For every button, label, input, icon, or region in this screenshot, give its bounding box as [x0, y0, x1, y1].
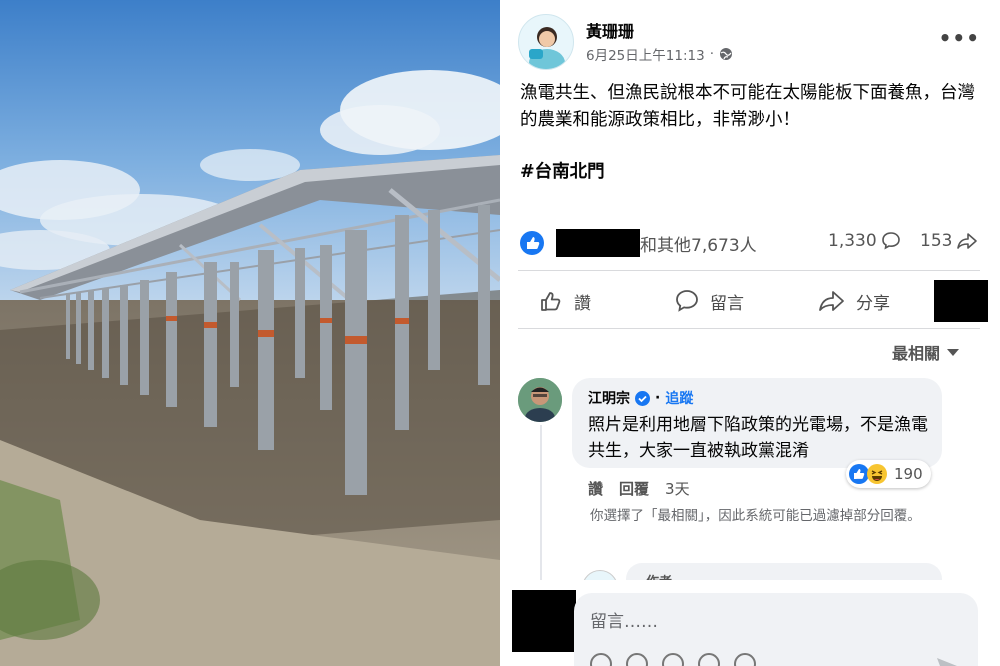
post-header: 黃珊珊 6月25日上午11:13 · ••• — [518, 14, 988, 74]
like-button-label: 讚 — [574, 293, 591, 314]
reactions-summary: 和其他7,673人 1,330 153 — [520, 228, 982, 258]
comment-timestamp[interactable]: 3天 — [665, 478, 690, 499]
redacted-block — [934, 280, 988, 322]
comment-icon — [676, 290, 698, 312]
comment-input-placeholder: 留言…… — [590, 612, 658, 632]
filter-notice: 你選擇了「最相關」，因此系統可能已過濾掉部分回覆。 — [590, 508, 921, 524]
reply-thread-line — [540, 425, 542, 585]
author-name[interactable]: 黃珊珊 — [586, 18, 634, 42]
comment-input[interactable]: 留言…… — [574, 593, 978, 666]
comment-actions: 讚 回覆 3天 — [588, 478, 690, 499]
verified-badge-icon — [635, 390, 650, 406]
comment-reply-button[interactable]: 回覆 — [619, 478, 649, 499]
gif-icon[interactable] — [698, 653, 720, 666]
share-arrow-icon — [957, 233, 978, 249]
post-meta: 6月25日上午11:13 · — [586, 44, 733, 64]
share-icon — [819, 291, 844, 311]
like-reaction-icon[interactable] — [520, 231, 544, 255]
solar-panel-field-photo — [0, 0, 500, 666]
comment-button[interactable]: 留言 — [674, 288, 744, 314]
comment-count-value: 1,330 — [828, 231, 877, 251]
comment-text: 照片是利用地層下陷政策的光電場，不是漁電共生，大家一直被執政黨混淆 — [588, 415, 928, 461]
post-action-bar: 讚 留言 分享 — [520, 284, 990, 324]
avatar-sticker-icon[interactable] — [590, 653, 612, 666]
commenter-name[interactable]: 江明宗 — [588, 388, 630, 408]
divider — [518, 270, 980, 271]
follow-button[interactable]: 追蹤 — [665, 388, 693, 408]
send-icon[interactable] — [936, 657, 958, 666]
haha-reaction-icon — [867, 464, 887, 484]
post-hashtag[interactable]: #台南北門 — [520, 158, 605, 183]
follow-separator: · — [655, 390, 661, 406]
thumbs-up-icon — [541, 292, 561, 311]
post-photo[interactable] — [0, 0, 500, 666]
meta-separator: · — [709, 46, 714, 62]
comment-button-label: 留言 — [710, 293, 744, 314]
comment-bubble: 江明宗 · 追蹤 照片是利用地層下陷政策的光電場，不是漁電共生，大家一直被執政黨… — [572, 378, 942, 468]
more-options-icon[interactable]: ••• — [939, 26, 980, 50]
share-count[interactable]: 153 — [920, 231, 978, 251]
commenter-avatar[interactable] — [518, 378, 562, 422]
share-button-label: 分享 — [856, 293, 890, 314]
globe-icon — [719, 47, 733, 61]
comment-bubble-icon — [881, 232, 900, 250]
compose-toolbar — [590, 653, 756, 666]
author-avatar[interactable] — [518, 14, 574, 70]
comment-like-button[interactable]: 讚 — [588, 478, 603, 499]
post-body-text: 漁電共生、但漁民說根本不可能在太陽能板下面養魚，台灣的農業和能源政策相比，非常渺… — [520, 83, 975, 130]
like-button[interactable]: 讚 — [538, 288, 591, 314]
comment-sort-dropdown[interactable]: 最相關 — [892, 340, 960, 364]
reactors-count[interactable]: 和其他7,673人 — [640, 231, 757, 256]
emoji-icon[interactable] — [626, 653, 648, 666]
commenter-header: 江明宗 · 追蹤 — [588, 388, 693, 408]
comment-reaction-count: 190 — [894, 465, 923, 483]
redacted-block — [556, 229, 640, 257]
caret-down-icon — [947, 349, 960, 356]
comment-reactions[interactable]: 190 — [846, 460, 931, 488]
sticker-icon[interactable] — [734, 653, 756, 666]
camera-icon[interactable] — [662, 653, 684, 666]
divider — [518, 328, 980, 329]
redacted-block — [512, 590, 576, 652]
share-button[interactable]: 分享 — [818, 288, 890, 314]
comment-count[interactable]: 1,330 — [828, 231, 901, 251]
post-timestamp[interactable]: 6月25日上午11:13 — [586, 44, 705, 64]
facebook-post-panel: 黃珊珊 6月25日上午11:13 · ••• 漁電共生、但漁民說根本不可能在太陽… — [500, 0, 1000, 666]
share-count-value: 153 — [920, 231, 953, 251]
sort-label: 最相關 — [892, 344, 941, 363]
